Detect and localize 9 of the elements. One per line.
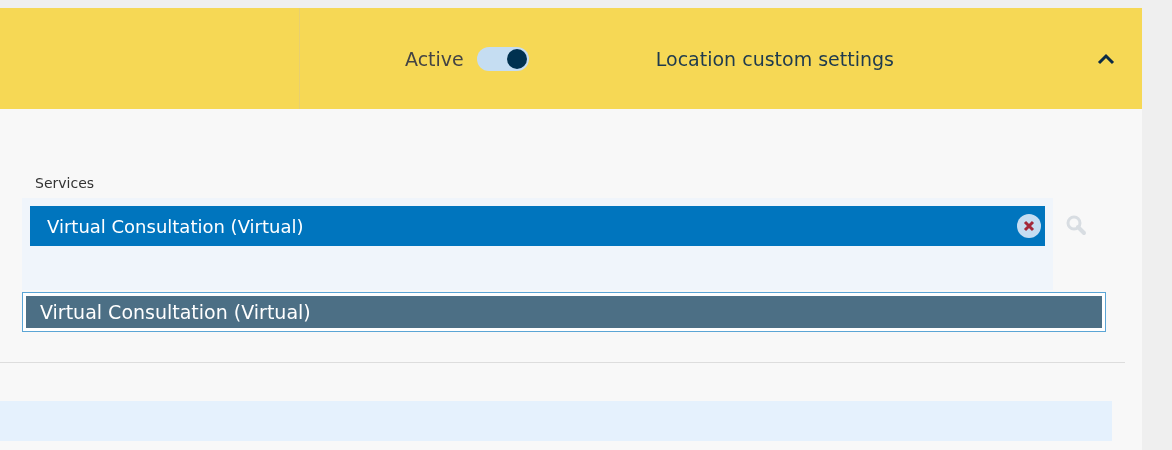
section-title: Location custom settings	[655, 47, 894, 70]
service-tag: Virtual Consultation (Virtual)	[30, 206, 1045, 246]
remove-icon[interactable]	[1016, 213, 1042, 239]
field-label: Services	[35, 175, 96, 193]
services-select[interactable]: Virtual Consultation (Virtual)	[22, 198, 1053, 290]
active-toggle[interactable]	[476, 46, 529, 71]
chevron-icon[interactable]	[1096, 51, 1116, 66]
dropdown-option[interactable]: Virtual Consultation (Virtual)	[22, 292, 1106, 332]
toggle-label: Active	[405, 47, 464, 70]
